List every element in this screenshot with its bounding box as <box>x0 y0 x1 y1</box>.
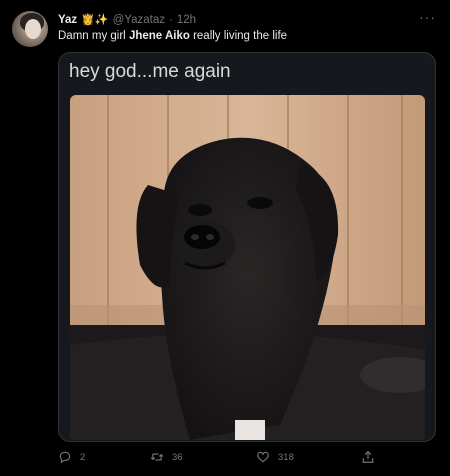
reply-count: 2 <box>80 451 86 463</box>
avatar-face <box>25 19 41 39</box>
separator-dot: · <box>168 14 173 26</box>
tweet-card[interactable]: Yaz 👸✨ @Yazataz · 12h ··· Damn my girl J… <box>0 0 450 476</box>
tweet-actions: 2 36 318 <box>58 450 388 468</box>
tweet-text-end: really living the life <box>189 30 288 42</box>
name-emojis: 👸✨ <box>81 13 109 26</box>
tweet-text-bold: Jhene Aiko <box>128 30 190 42</box>
retweet-button[interactable]: 36 <box>150 450 183 464</box>
like-button[interactable]: 318 <box>256 450 294 464</box>
reply-button[interactable]: 2 <box>58 450 85 464</box>
dog-photo[interactable] <box>70 95 425 440</box>
like-count: 318 <box>278 451 294 463</box>
display-name[interactable]: Yaz <box>58 14 77 26</box>
tweet-text: Damn my girl Jhene Aiko really living th… <box>58 30 287 42</box>
share-button[interactable] <box>361 450 375 464</box>
retweet-count: 36 <box>172 451 183 463</box>
tweet-media[interactable]: hey god...me again <box>58 52 436 442</box>
heart-icon <box>257 451 269 463</box>
more-icon[interactable]: ··· <box>419 10 436 24</box>
meme-caption: hey god...me again <box>69 61 231 82</box>
tweet-text-start: Damn my girl <box>58 30 129 42</box>
retweet-icon <box>150 453 164 461</box>
tweet-header: Yaz 👸✨ @Yazataz · 12h <box>58 12 196 28</box>
share-icon <box>362 450 374 463</box>
avatar[interactable] <box>12 11 48 47</box>
reply-icon <box>59 451 71 464</box>
timestamp[interactable]: 12h <box>177 14 196 26</box>
user-handle[interactable]: @Yazataz <box>113 14 165 26</box>
